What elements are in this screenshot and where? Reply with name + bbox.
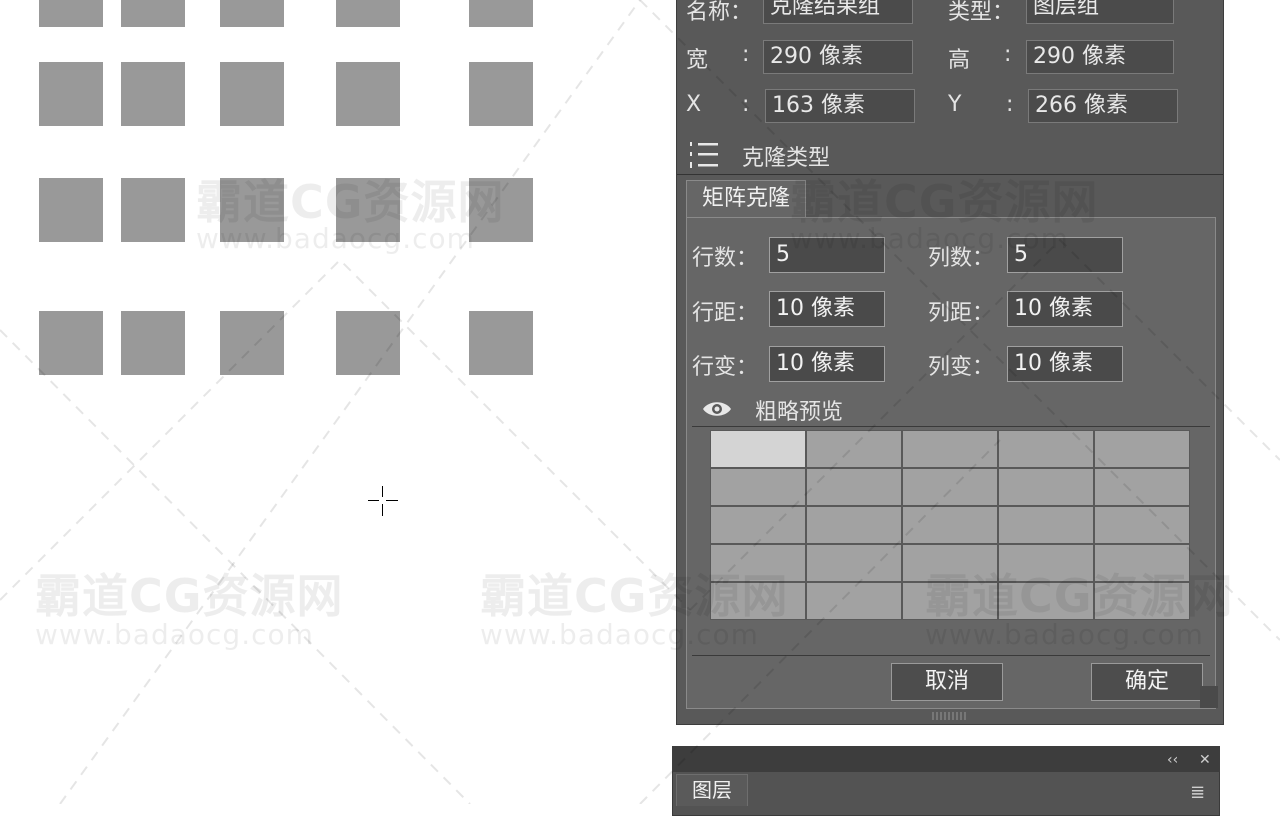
- preview-cell[interactable]: [711, 583, 805, 619]
- rows-input[interactable]: 5: [769, 237, 885, 273]
- cloned-square[interactable]: [220, 0, 284, 27]
- x-label: X: [686, 92, 702, 117]
- preview-cell[interactable]: [807, 469, 901, 505]
- preview-cell[interactable]: [807, 545, 901, 581]
- y-field[interactable]: 266 像素: [1028, 89, 1178, 123]
- buttons-divider: [692, 655, 1210, 656]
- tab-layers[interactable]: 图层: [676, 774, 748, 806]
- cols-label: 列数：: [928, 246, 995, 271]
- row-gap-label: 行距：: [692, 301, 759, 326]
- type-label: 类型：: [948, 0, 1015, 25]
- ok-button[interactable]: 确定: [1091, 663, 1203, 701]
- collapse-icon[interactable]: ‹‹: [1167, 753, 1178, 767]
- type-field[interactable]: 图层组: [1026, 0, 1174, 24]
- preview-divider: [692, 426, 1210, 427]
- resize-corner[interactable]: [1200, 686, 1218, 708]
- cloned-square[interactable]: [121, 62, 185, 126]
- cloned-square[interactable]: [39, 0, 103, 27]
- preview-cell[interactable]: [999, 583, 1093, 619]
- preview-cell[interactable]: [903, 507, 997, 543]
- cloned-square[interactable]: [336, 0, 400, 27]
- preview-cell[interactable]: [1095, 507, 1189, 543]
- cols-input[interactable]: 5: [1007, 237, 1123, 273]
- clone-type-title: 克隆类型: [742, 146, 831, 171]
- preview-cell[interactable]: [1095, 469, 1189, 505]
- cloned-square[interactable]: [336, 62, 400, 126]
- y-label: Y: [948, 92, 962, 117]
- crosshair-cursor-icon: [368, 486, 398, 516]
- cloned-square[interactable]: [121, 311, 185, 375]
- list-icon: [690, 142, 718, 168]
- panel-menu-icon[interactable]: ≣: [1190, 784, 1205, 802]
- preview-cell[interactable]: [903, 469, 997, 505]
- preview-grid: [710, 430, 1190, 620]
- close-icon[interactable]: ✕: [1199, 753, 1211, 767]
- cloned-square[interactable]: [39, 311, 103, 375]
- rows-label: 行数：: [692, 246, 759, 271]
- cloned-square[interactable]: [121, 178, 185, 242]
- preview-cell[interactable]: [807, 507, 901, 543]
- cloned-square[interactable]: [336, 178, 400, 242]
- panel-resize-handle[interactable]: [932, 712, 968, 720]
- col-gap-label: 列距：: [928, 301, 995, 326]
- preview-cell[interactable]: [807, 583, 901, 619]
- cloned-square[interactable]: [336, 311, 400, 375]
- height-label: 高: [948, 48, 971, 73]
- preview-cell[interactable]: [1095, 431, 1189, 467]
- x-colon: :: [742, 92, 750, 117]
- preview-cell[interactable]: [999, 431, 1093, 467]
- preview-cell[interactable]: [999, 507, 1093, 543]
- width-field[interactable]: 290 像素: [763, 40, 913, 74]
- eye-icon[interactable]: [702, 398, 732, 420]
- cloned-square[interactable]: [469, 311, 533, 375]
- layers-panel-titlebar[interactable]: [672, 746, 1220, 772]
- cloned-square[interactable]: [39, 178, 103, 242]
- col-gap-input[interactable]: 10 像素: [1007, 291, 1123, 327]
- preview-cell[interactable]: [711, 469, 805, 505]
- cloned-square[interactable]: [220, 62, 284, 126]
- name-field[interactable]: 克隆结果组: [763, 0, 913, 24]
- cloned-square[interactable]: [39, 62, 103, 126]
- height-field[interactable]: 290 像素: [1026, 40, 1174, 74]
- preview-cell[interactable]: [711, 431, 805, 467]
- preview-cell[interactable]: [903, 583, 997, 619]
- col-var-input[interactable]: 10 像素: [1007, 346, 1123, 382]
- cloned-square[interactable]: [220, 178, 284, 242]
- preview-cell[interactable]: [999, 545, 1093, 581]
- x-field[interactable]: 163 像素: [765, 89, 915, 123]
- preview-cell[interactable]: [1095, 583, 1189, 619]
- preview-cell[interactable]: [807, 431, 901, 467]
- name-label: 名称：: [686, 0, 753, 25]
- cancel-button[interactable]: 取消: [891, 663, 1003, 701]
- y-colon: :: [1006, 92, 1014, 117]
- preview-cell[interactable]: [999, 469, 1093, 505]
- width-label: 宽: [686, 48, 709, 73]
- tab-matrix-clone[interactable]: 矩阵克隆: [686, 180, 806, 218]
- preview-cell[interactable]: [711, 545, 805, 581]
- cloned-square[interactable]: [121, 0, 185, 27]
- row-gap-input[interactable]: 10 像素: [769, 291, 885, 327]
- section-divider: [677, 174, 1223, 175]
- cloned-square[interactable]: [220, 311, 284, 375]
- cloned-square[interactable]: [469, 62, 533, 126]
- row-var-label: 行变：: [692, 355, 759, 380]
- col-var-label: 列变：: [928, 355, 995, 380]
- preview-label: 粗略预览: [755, 400, 844, 425]
- width-colon: :: [742, 42, 750, 67]
- document-canvas[interactable]: [0, 0, 670, 804]
- row-var-input[interactable]: 10 像素: [769, 346, 885, 382]
- preview-cell[interactable]: [903, 431, 997, 467]
- cloned-square[interactable]: [469, 0, 533, 27]
- height-colon: :: [1004, 42, 1012, 67]
- preview-cell[interactable]: [903, 545, 997, 581]
- preview-cell[interactable]: [1095, 545, 1189, 581]
- cloned-square[interactable]: [469, 178, 533, 242]
- preview-cell[interactable]: [711, 507, 805, 543]
